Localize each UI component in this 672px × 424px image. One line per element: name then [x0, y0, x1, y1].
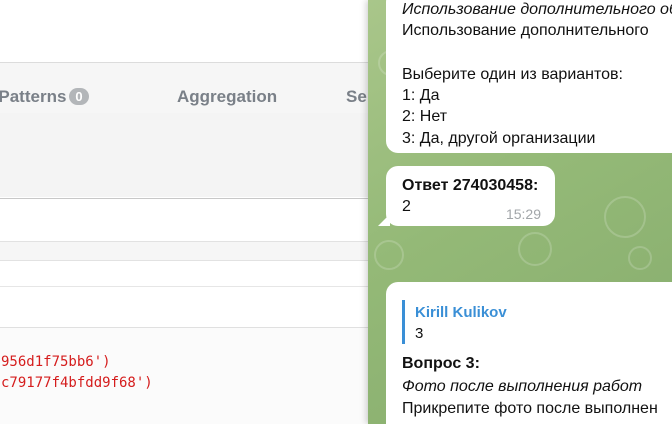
reply-quote[interactable]: Kirill Kulikov 3	[402, 300, 665, 344]
message-bubble[interactable]: Использование дополнительного об Использ…	[386, 0, 672, 153]
count-badge: 0	[69, 88, 89, 105]
tab-label: i-Patterns	[0, 87, 67, 106]
wallpaper-doodle	[374, 240, 404, 270]
option-item: 3: Да, другой организации	[402, 130, 596, 147]
message-bubble[interactable]: Kirill Kulikov 3 Вопрос 3: Фото после вы…	[386, 282, 672, 424]
divider	[0, 198, 368, 199]
content-panel	[0, 113, 368, 197]
tab-aggregation[interactable]: Aggregation	[177, 87, 277, 107]
code-line: c79177f4bfdd9f68')	[1, 375, 153, 391]
question-subtitle: Фото после выполнения работ	[402, 378, 643, 395]
divider	[0, 286, 368, 287]
reply-author: Kirill Kulikov	[415, 304, 507, 321]
bubble-tail	[378, 214, 390, 226]
top-bar	[0, 0, 368, 63]
message-bubble[interactable]: Ответ 274030458: 2 15:29	[386, 166, 555, 226]
question-header: Вопрос 3:	[402, 355, 480, 372]
tab-se[interactable]: Se	[346, 87, 367, 107]
telegram-chat[interactable]: Использование дополнительного об Использ…	[368, 0, 672, 424]
message-title-italic: Использование дополнительного об	[402, 1, 672, 18]
wallpaper-doodle	[518, 232, 552, 266]
message-prompt: Выберите один из вариантов:	[402, 66, 623, 83]
answer-value: 2	[402, 198, 411, 215]
wallpaper-doodle	[604, 196, 646, 238]
tab-anti-patterns[interactable]: i-Patterns0	[0, 87, 89, 107]
option-item: 1: Да	[402, 87, 440, 104]
web-app-panel: i-Patterns0 Aggregation Se 956d1f75bb6')…	[0, 0, 368, 424]
code-line: 956d1f75bb6')	[1, 354, 111, 370]
toolbar-strip	[0, 241, 368, 261]
message-title: Использование дополнительного	[402, 22, 649, 39]
answer-header: Ответ 274030458:	[402, 177, 539, 194]
code-block: 956d1f75bb6') c79177f4bfdd9f68')	[0, 327, 368, 424]
question-body: Прикрепите фото после выполнен	[402, 400, 658, 417]
tab-bar: i-Patterns0 Aggregation Se	[0, 63, 368, 113]
option-item: 2: Нет	[402, 108, 448, 125]
wallpaper-doodle	[628, 246, 652, 270]
reply-text: 3	[415, 325, 424, 342]
message-time: 15:29	[505, 206, 541, 222]
